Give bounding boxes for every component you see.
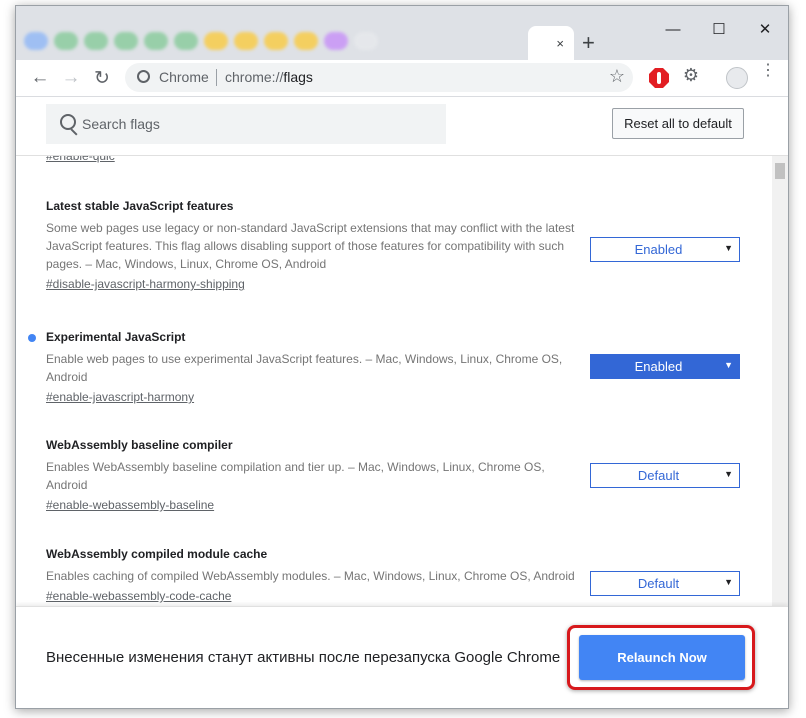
flag-select[interactable]: Enabled ▼ bbox=[590, 354, 740, 379]
tab-close-icon[interactable]: × bbox=[556, 36, 564, 51]
flag-select[interactable]: Default ▼ bbox=[590, 463, 740, 488]
blurred-tab[interactable] bbox=[324, 32, 348, 50]
relaunch-message: Внесенные изменения станут активны после… bbox=[46, 649, 561, 666]
blurred-tab[interactable] bbox=[204, 32, 228, 50]
dropdown-arrow-icon: ▼ bbox=[724, 469, 733, 479]
url-text[interactable]: chrome://flags bbox=[225, 69, 313, 85]
flag-link[interactable]: #enable-webassembly-baseline bbox=[46, 496, 576, 514]
omnibox-separator bbox=[216, 69, 217, 86]
reset-all-button[interactable]: Reset all to default bbox=[612, 108, 744, 139]
flags-header: Reset all to default bbox=[16, 97, 788, 156]
search-box[interactable] bbox=[46, 104, 446, 144]
flag-item: Experimental JavaScript Enable web pages… bbox=[46, 330, 576, 406]
dropdown-arrow-icon: ▼ bbox=[724, 577, 733, 587]
scrollbar[interactable] bbox=[772, 155, 788, 606]
modified-indicator-dot bbox=[28, 334, 36, 342]
flag-select-value: Enabled bbox=[634, 359, 683, 374]
flag-link-cutoff[interactable]: #enable-quic bbox=[46, 155, 115, 163]
flag-select-value: Default bbox=[637, 468, 680, 483]
search-icon bbox=[60, 114, 76, 130]
flags-list: #enable-quic Latest stable JavaScript fe… bbox=[16, 155, 772, 606]
back-button[interactable]: ← bbox=[28, 66, 52, 90]
forward-button[interactable]: → bbox=[59, 66, 83, 90]
close-window-button[interactable]: ✕ bbox=[742, 18, 788, 40]
blurred-tab[interactable] bbox=[144, 32, 168, 50]
relaunch-now-button[interactable]: Relaunch Now bbox=[579, 635, 745, 680]
blurred-tab[interactable] bbox=[264, 32, 288, 50]
dropdown-arrow-icon: ▼ bbox=[724, 243, 733, 253]
menu-icon[interactable]: ⋮ bbox=[760, 63, 776, 79]
flag-select[interactable]: Default ▼ bbox=[590, 571, 740, 596]
minimize-button[interactable]: — bbox=[650, 18, 696, 40]
flag-description: Enables WebAssembly baseline compilation… bbox=[46, 460, 545, 492]
search-input[interactable] bbox=[80, 112, 424, 136]
flag-title: WebAssembly baseline compiler bbox=[46, 438, 233, 452]
flag-description: Enable web pages to use experimental Jav… bbox=[46, 352, 563, 384]
blurred-tab[interactable] bbox=[294, 32, 318, 50]
blurred-tab[interactable] bbox=[234, 32, 258, 50]
blurred-tab[interactable] bbox=[84, 32, 108, 50]
reload-button[interactable]: ↻ bbox=[90, 66, 114, 90]
relaunch-footer: Внесенные изменения станут активны после… bbox=[16, 606, 788, 708]
flag-link[interactable]: #enable-javascript-harmony bbox=[46, 388, 576, 406]
address-bar[interactable]: Chrome chrome://flags ☆ bbox=[125, 63, 633, 92]
flag-link[interactable]: #disable-javascript-harmony-shipping bbox=[46, 275, 576, 293]
bookmark-star-icon[interactable]: ☆ bbox=[609, 66, 625, 87]
blurred-tabs bbox=[24, 24, 384, 58]
flag-title: Latest stable JavaScript features bbox=[46, 199, 234, 213]
flag-title: WebAssembly compiled module cache bbox=[46, 547, 268, 561]
blurred-tab[interactable] bbox=[354, 32, 378, 50]
blurred-tab[interactable] bbox=[54, 32, 78, 50]
flag-item: WebAssembly baseline compiler Enables We… bbox=[46, 438, 576, 514]
profile-avatar-icon[interactable] bbox=[726, 67, 748, 89]
extension-gear-icon[interactable]: ⚙ bbox=[681, 65, 701, 85]
flag-select-value: Default bbox=[637, 576, 680, 591]
flag-description: Some web pages use legacy or non-standar… bbox=[46, 221, 575, 271]
tab-strip: × + — ☐ ✕ bbox=[16, 6, 788, 60]
flag-link[interactable]: #enable-webassembly-code-cache bbox=[46, 587, 576, 605]
url-path: flags bbox=[283, 69, 313, 85]
browser-window: × + — ☐ ✕ ← → ↻ Chrome chrome://flags ☆ … bbox=[15, 5, 789, 709]
flag-item: WebAssembly compiled module cache Enable… bbox=[46, 547, 576, 605]
flag-title: Experimental JavaScript bbox=[46, 330, 186, 344]
new-tab-button[interactable]: + bbox=[582, 30, 595, 56]
dropdown-arrow-icon: ▼ bbox=[724, 360, 733, 370]
blurred-tab[interactable] bbox=[24, 32, 48, 50]
site-info-icon[interactable] bbox=[137, 70, 150, 83]
scrollbar-thumb[interactable] bbox=[775, 163, 785, 179]
flag-description: Enables caching of compiled WebAssembly … bbox=[46, 569, 575, 583]
site-label: Chrome bbox=[159, 69, 209, 85]
blurred-tab[interactable] bbox=[114, 32, 138, 50]
flag-select[interactable]: Enabled ▼ bbox=[590, 237, 740, 262]
browser-toolbar: ← → ↻ Chrome chrome://flags ☆ ⚙ ⋮ bbox=[16, 60, 788, 97]
blurred-tab[interactable] bbox=[174, 32, 198, 50]
active-tab[interactable]: × bbox=[528, 26, 574, 60]
url-prefix: chrome:// bbox=[225, 69, 284, 85]
adblock-extension-icon[interactable] bbox=[649, 68, 669, 88]
flag-item: Latest stable JavaScript features Some w… bbox=[46, 199, 576, 293]
flag-select-value: Enabled bbox=[634, 242, 683, 257]
maximize-button[interactable]: ☐ bbox=[696, 18, 742, 40]
